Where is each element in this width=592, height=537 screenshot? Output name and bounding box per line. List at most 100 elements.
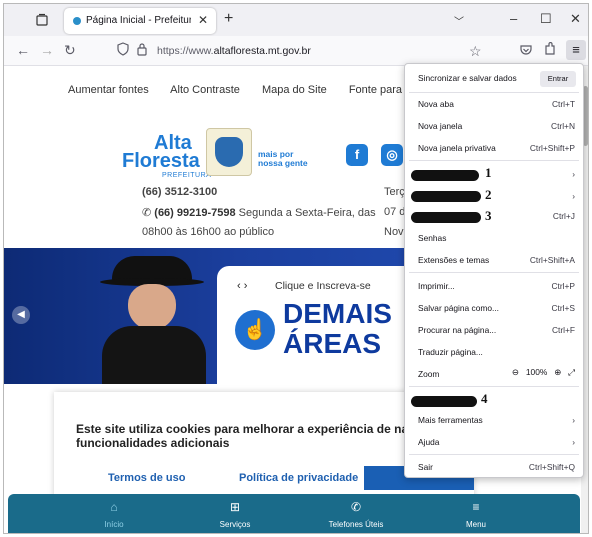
bottom-nav-home-label: Início [104,520,124,529]
tab-list-icon[interactable] [34,12,50,28]
menu-icon: ≡ [472,500,480,514]
chevron-right-icon: › [572,169,575,179]
menu-new-window-shortcut: Ctrl+N [551,121,575,131]
new-tab-icon[interactable]: + [224,10,233,28]
carousel-prev-icon[interactable]: ◀ [12,306,30,324]
app-menu-panel: Sincronizar e salvar dados Entrar Nova a… [404,63,584,478]
bottom-nav-menu[interactable]: ≡ Menu [416,494,536,533]
menu-new-window[interactable]: Nova janela Ctrl+N [405,116,583,136]
menu-print-shortcut: Ctrl+P [551,281,575,291]
minimize-icon[interactable]: – [510,11,517,26]
coat-of-arms-icon [206,128,252,176]
menu-translate[interactable]: Traduzir página... [405,342,583,362]
menu-redacted-2[interactable]: 2 › [405,186,583,206]
menu-separator [409,454,579,455]
link-increase-font[interactable]: Aumentar fontes [68,84,149,96]
bottom-nav: ⌂ Início ⊞ Serviços ✆ Telefones Úteis ≡ … [8,494,580,533]
browser-window: Página Inicial - Prefeitura Muni ✕ + ﹀ –… [3,3,589,534]
menu-extensions-label: Extensões e temas [418,255,490,265]
menu-separator [409,92,579,93]
menu-save-page[interactable]: Salvar página como... Ctrl+S [405,298,583,318]
link-terms[interactable]: Termos de uso [108,472,185,484]
zoom-out-icon[interactable]: ⊖ [512,367,519,377]
tab-title: Página Inicial - Prefeitura Muni [86,15,191,26]
menu-new-tab-shortcut: Ctrl+T [551,99,575,109]
menu-redacted-3[interactable]: 3 Ctrl+J [405,206,583,226]
menu-print[interactable]: Imprimir... Ctrl+P [405,276,583,296]
url-text: https://www.altafloresta.mt.gov.br [157,45,311,57]
banner-arrows-icon[interactable]: ‹ › [237,280,247,292]
annotation-3: 3 [485,208,492,223]
menu-quit-shortcut: Ctrl+Shift+Q [528,462,575,472]
menu-redacted-3-shortcut: Ctrl+J [552,211,575,221]
instagram-icon[interactable]: ◎ [381,144,403,166]
redaction-mark [411,170,479,181]
bottom-nav-phones[interactable]: ✆ Telefones Úteis [296,494,416,533]
menu-private-window-label: Nova janela privativa [418,143,496,153]
link-high-contrast[interactable]: Alto Contraste [170,84,240,96]
banner-title-1: DEMAIS [283,298,392,329]
right-col-1: Terç [384,186,405,198]
menu-redacted-4[interactable]: 4 [405,390,583,410]
link-privacy[interactable]: Política de privacidade [239,472,358,484]
menu-find[interactable]: Procurar na página... Ctrl+F [405,320,583,340]
logo-line-2: Floresta [122,150,200,172]
shield-icon[interactable] [117,42,129,59]
lock-icon[interactable] [137,42,147,59]
bottom-nav-menu-label: Menu [465,520,486,529]
whatsapp-icon: ✆ [142,207,155,219]
url-domain: altafloresta.mt.gov.br [213,45,311,57]
menu-find-shortcut: Ctrl+F [551,325,575,335]
reload-icon[interactable]: ↻ [64,42,76,59]
phone-number: (66) 3512-3100 [142,186,218,198]
annotation-1: 1 [485,165,492,180]
tab-active[interactable]: Página Inicial - Prefeitura Muni ✕ [64,8,216,34]
right-col-2: 07 d [384,206,406,218]
zoom-in-icon[interactable]: ⊕ [554,367,561,377]
bottom-nav-services-label: Serviços [219,520,251,529]
menu-extensions-shortcut: Ctrl+Shift+A [529,255,575,265]
signin-button[interactable]: Entrar [540,71,576,87]
menu-extensions[interactable]: Extensões e temas Ctrl+Shift+A [405,250,583,270]
annotation-2: 2 [485,187,492,202]
bookmark-star-icon[interactable]: ☆ [469,43,482,60]
list-all-tabs-icon[interactable]: ﹀ [454,13,464,28]
close-tab-icon[interactable]: ✕ [198,13,208,27]
menu-passwords[interactable]: Senhas [405,228,583,248]
hamburger-icon: ≡ [572,42,580,57]
bottom-nav-home[interactable]: ⌂ Início [54,494,174,533]
slogan: mais por nossa gente [258,150,308,168]
menu-sync-label: Sincronizar e salvar dados [418,73,517,83]
pocket-icon[interactable] [520,43,532,59]
cookie-message: Este site utiliza cookies para melhorar … [76,422,436,450]
menu-redacted-1[interactable]: 1 › [405,164,583,184]
menu-private-window-shortcut: Ctrl+Shift+P [529,143,575,153]
chevron-right-icon: › [572,415,575,425]
menu-more-tools[interactable]: Mais ferramentas › [405,410,583,430]
banner-person-image [94,248,214,384]
fullscreen-icon[interactable]: ⤢ [568,367,575,377]
bottom-nav-services[interactable]: ⊞ Serviços [175,494,295,533]
app-menu-button[interactable]: ≡ [566,40,586,60]
menu-separator [409,386,579,387]
menu-more-tools-label: Mais ferramentas [418,415,483,425]
link-sitemap[interactable]: Mapa do Site [262,84,327,96]
tab-strip: Página Inicial - Prefeitura Muni ✕ + ﹀ –… [4,4,588,36]
menu-new-tab-label: Nova aba [418,99,454,109]
extensions-icon[interactable] [544,41,556,58]
menu-print-label: Imprimir... [418,281,455,291]
menu-private-window[interactable]: Nova janela privativa Ctrl+Shift+P [405,138,583,158]
close-window-icon[interactable]: ✕ [570,11,581,27]
menu-quit[interactable]: Sair Ctrl+Shift+Q [405,457,583,477]
zoom-value[interactable]: 100% [526,367,547,377]
forward-icon[interactable]: → [40,42,54,58]
maximize-icon[interactable]: ☐ [540,11,552,27]
back-icon[interactable]: ← [16,42,30,58]
url-bar[interactable]: https://www.altafloresta.mt.gov.br ☆ [109,40,489,62]
menu-help[interactable]: Ajuda › [405,432,583,452]
slogan-line-2: nossa gente [258,158,308,168]
menu-new-tab[interactable]: Nova aba Ctrl+T [405,94,583,114]
menu-help-label: Ajuda [418,437,440,447]
whatsapp-hours: Segunda a Sexta-Feira, das [235,207,376,219]
facebook-icon[interactable]: f [346,144,368,166]
